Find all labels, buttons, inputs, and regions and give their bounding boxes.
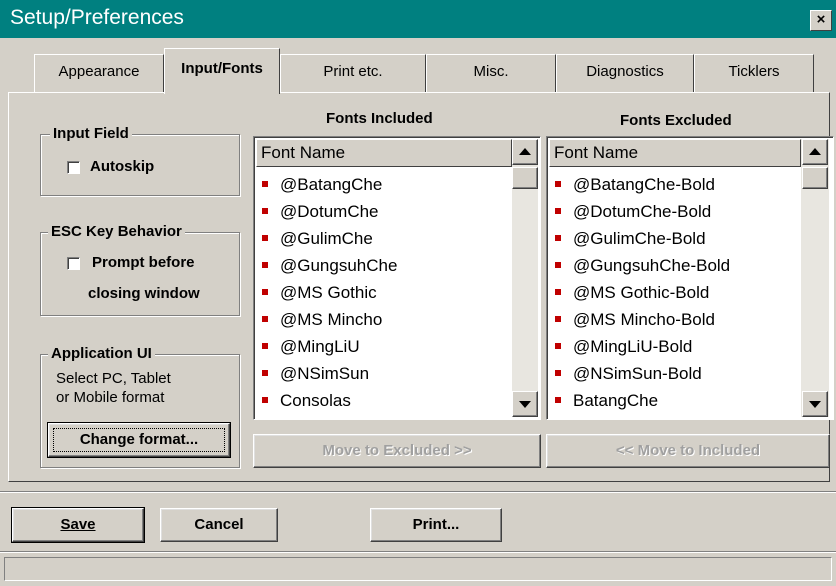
fonts-included-title: Fonts Included	[326, 110, 433, 127]
list-item[interactable]: @MS Gothic	[262, 279, 377, 306]
move-to-excluded-button[interactable]: Move to Excluded >>	[253, 434, 541, 468]
move-to-included-button[interactable]: << Move to Included	[546, 434, 830, 468]
prompt-label-line2: closing window	[88, 285, 200, 302]
tab-appearance[interactable]: Appearance	[34, 54, 164, 92]
esc-key-title: ESC Key Behavior	[48, 223, 185, 240]
bullet-icon	[262, 369, 268, 376]
prompt-before-checkbox[interactable]	[67, 257, 80, 270]
cancel-button[interactable]: Cancel	[160, 508, 278, 542]
fonts-excluded-scroll-down[interactable]	[802, 391, 828, 417]
tab-input-fonts[interactable]: Input/Fonts	[164, 48, 280, 94]
save-button[interactable]: Save	[11, 507, 145, 543]
bullet-icon	[262, 288, 268, 295]
bullet-icon	[555, 342, 561, 349]
fonts-excluded-scroll-thumb[interactable]	[802, 167, 828, 189]
focus-ring	[53, 428, 225, 452]
fonts-included-column-header[interactable]: Font Name	[256, 139, 512, 167]
autoskip-checkbox[interactable]	[67, 161, 80, 174]
bullet-icon	[262, 234, 268, 241]
bullet-icon	[262, 396, 268, 403]
application-ui-desc-line2: or Mobile format	[56, 389, 165, 406]
arrow-down-icon	[519, 401, 531, 408]
bullet-icon	[555, 369, 561, 376]
list-item[interactable]: @MS Gothic-Bold	[555, 279, 709, 306]
tab-print[interactable]: Print etc.	[280, 54, 426, 92]
list-item[interactable]: @DotumChe-Bold	[555, 198, 711, 225]
arrow-down-icon	[809, 401, 821, 408]
fonts-excluded-column-header[interactable]: Font Name	[549, 139, 801, 167]
list-item[interactable]: @GungsuhChe	[262, 252, 397, 279]
tab-diagnostics[interactable]: Diagnostics	[556, 54, 694, 92]
list-item[interactable]: @GungsuhChe-Bold	[555, 252, 730, 279]
bullet-icon	[262, 207, 268, 214]
list-item[interactable]: @MingLiU-Bold	[555, 333, 692, 360]
list-item[interactable]: Consolas	[262, 387, 351, 414]
bullet-icon	[555, 315, 561, 322]
application-ui-desc-line1: Select PC, Tablet	[56, 370, 171, 387]
input-field-title: Input Field	[50, 125, 132, 142]
prompt-label-line1: Prompt before	[92, 254, 195, 271]
bullet-icon	[555, 180, 561, 187]
title-bar: Setup/Preferences ×	[0, 0, 836, 38]
bullet-icon	[555, 396, 561, 403]
fonts-included-list[interactable]: Font Name @BatangChe @DotumChe @GulimChe…	[253, 136, 541, 420]
fonts-excluded-title: Fonts Excluded	[620, 112, 732, 129]
close-icon[interactable]: ×	[810, 10, 832, 31]
status-divider	[0, 551, 836, 553]
list-item[interactable]: @MingLiU	[262, 333, 360, 360]
bullet-icon	[262, 180, 268, 187]
list-item[interactable]: @GulimChe	[262, 225, 373, 252]
footer-divider	[0, 491, 836, 493]
fonts-excluded-list[interactable]: Font Name @BatangChe-Bold @DotumChe-Bold…	[546, 136, 834, 420]
bullet-icon	[555, 288, 561, 295]
application-ui-title: Application UI	[48, 345, 155, 362]
tab-ticklers[interactable]: Ticklers	[694, 54, 814, 92]
arrow-up-icon	[809, 148, 821, 155]
list-item[interactable]: @GulimChe-Bold	[555, 225, 706, 252]
window-title: Setup/Preferences	[10, 6, 184, 29]
list-item[interactable]: @DotumChe	[262, 198, 379, 225]
fonts-included-scroll-thumb[interactable]	[512, 167, 538, 189]
list-item[interactable]: @NSimSun	[262, 360, 369, 387]
bullet-icon	[262, 261, 268, 268]
esc-key-group	[40, 232, 240, 316]
bullet-icon	[555, 207, 561, 214]
fonts-included-scroll-up[interactable]	[512, 139, 538, 165]
bullet-icon	[555, 261, 561, 268]
change-format-button[interactable]: Change format...	[47, 422, 231, 458]
status-bar	[4, 557, 832, 581]
list-item[interactable]: @MS Mincho-Bold	[555, 306, 715, 333]
fonts-excluded-scroll-up[interactable]	[802, 139, 828, 165]
print-button[interactable]: Print...	[370, 508, 502, 542]
list-item[interactable]: BatangChe	[555, 387, 658, 414]
bullet-icon	[262, 342, 268, 349]
bullet-icon	[555, 234, 561, 241]
autoskip-label: Autoskip	[90, 158, 155, 175]
arrow-up-icon	[519, 148, 531, 155]
list-item[interactable]: @MS Mincho	[262, 306, 382, 333]
list-item[interactable]: @NSimSun-Bold	[555, 360, 702, 387]
list-item[interactable]: @BatangChe-Bold	[555, 171, 715, 198]
fonts-included-scroll-down[interactable]	[512, 391, 538, 417]
bullet-icon	[262, 315, 268, 322]
tab-misc[interactable]: Misc.	[426, 54, 556, 92]
list-item[interactable]: @BatangChe	[262, 171, 382, 198]
